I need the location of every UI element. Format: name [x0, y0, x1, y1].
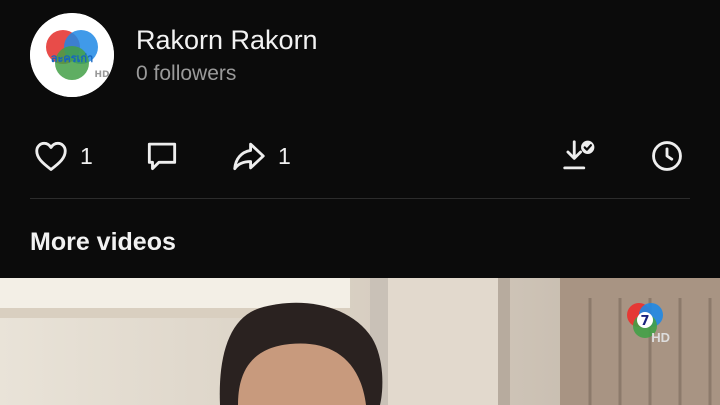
avatar-text: ละครเก่า: [51, 52, 94, 65]
download-icon: [563, 140, 595, 170]
watermark-number: 7: [640, 314, 649, 329]
video-thumbnail[interactable]: 7 HD: [0, 278, 720, 405]
share-count: 1: [278, 142, 291, 169]
watermark-hd: HD: [651, 330, 670, 345]
channel-logo-icon: ละครเก่า HD: [30, 13, 114, 97]
action-bar: 1 1: [0, 130, 720, 182]
share-button[interactable]: 1: [230, 130, 291, 182]
channel-header: ละครเก่า HD Rakorn Rakorn 0 followers: [0, 0, 720, 120]
like-count: 1: [80, 142, 93, 169]
share-icon: [233, 142, 265, 171]
download-button[interactable]: [560, 130, 598, 182]
clock-icon: [652, 141, 682, 171]
comment-icon: [147, 142, 177, 171]
heart-icon: [35, 141, 67, 171]
channel-name[interactable]: Rakorn Rakorn: [136, 25, 318, 56]
more-videos-heading: More videos: [30, 228, 176, 256]
follower-count: 0 followers: [136, 62, 237, 85]
avatar-hd: HD: [94, 70, 109, 80]
thumbnail-image: [0, 278, 720, 405]
like-button[interactable]: 1: [32, 130, 93, 182]
channel-avatar[interactable]: ละครเก่า HD: [30, 13, 114, 97]
divider: [30, 198, 690, 199]
comment-button[interactable]: [143, 130, 181, 182]
watch-later-button[interactable]: [648, 130, 686, 182]
